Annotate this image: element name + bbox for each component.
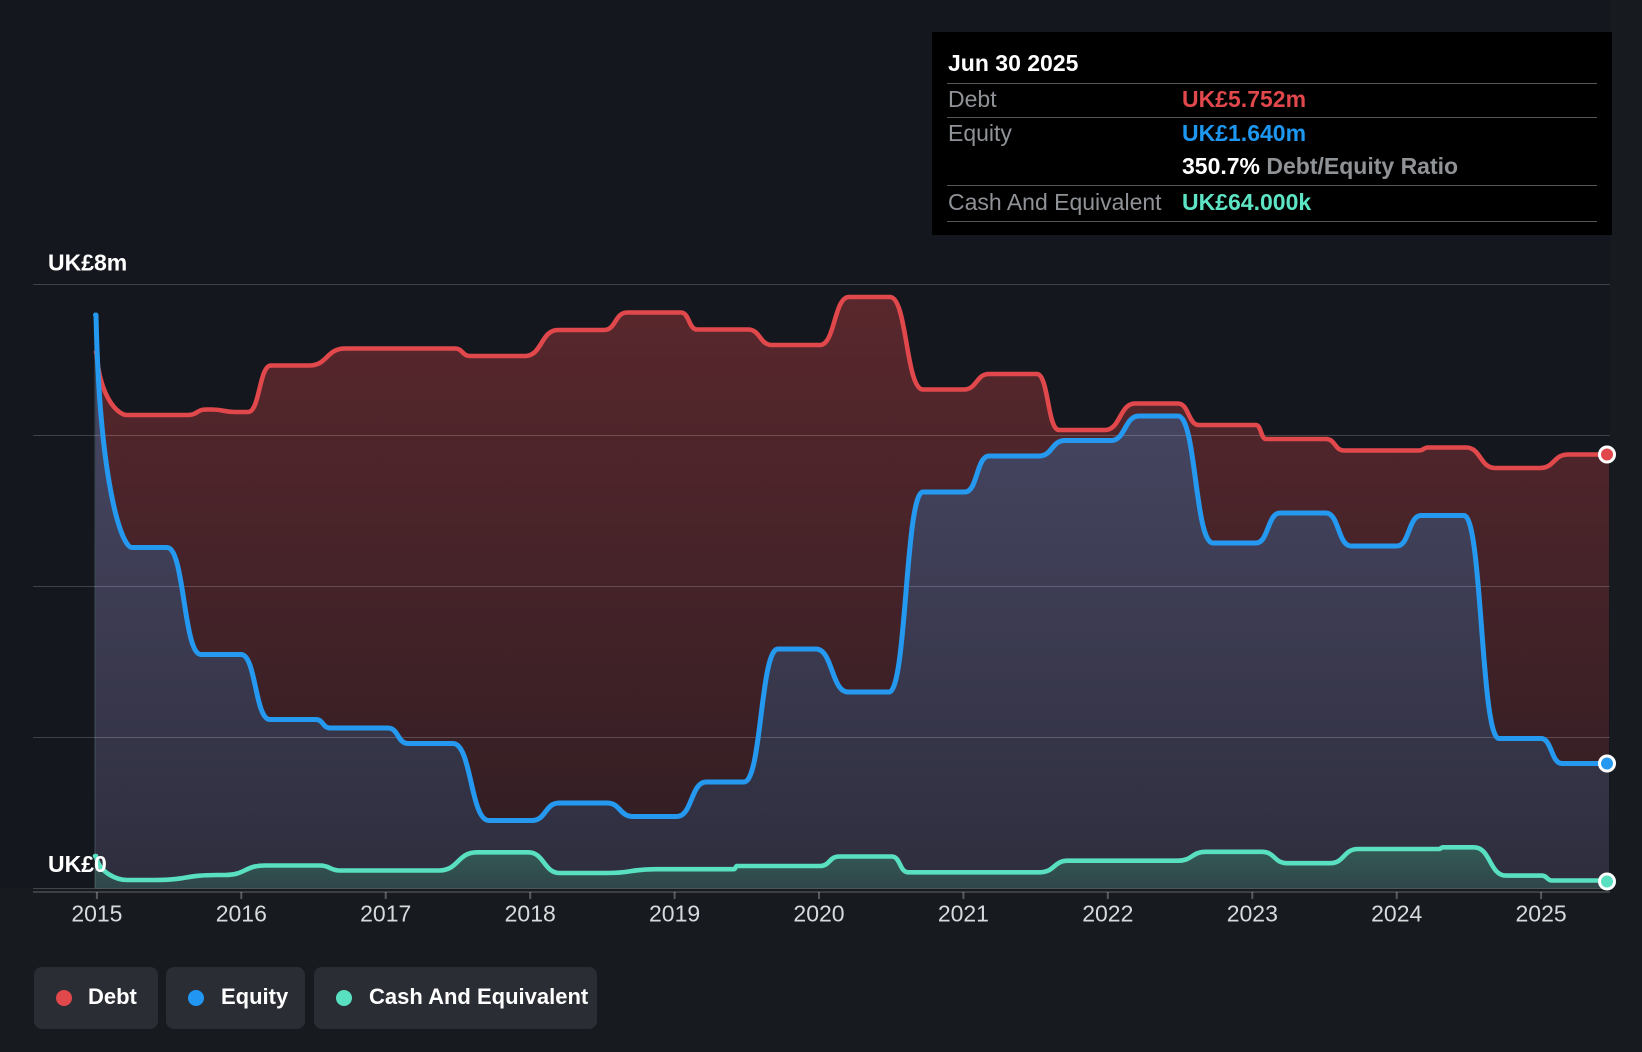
svg-text:2022: 2022 — [1082, 901, 1133, 927]
svg-text:UK£0: UK£0 — [48, 851, 107, 877]
svg-text:2016: 2016 — [216, 901, 267, 927]
svg-text:2025: 2025 — [1516, 901, 1567, 927]
svg-text:2015: 2015 — [71, 901, 122, 927]
svg-text:2021: 2021 — [938, 901, 989, 927]
svg-text:2019: 2019 — [649, 901, 700, 927]
svg-text:2020: 2020 — [793, 901, 844, 927]
svg-text:2018: 2018 — [505, 901, 556, 927]
svg-text:2023: 2023 — [1227, 901, 1278, 927]
svg-text:UK£8m: UK£8m — [48, 250, 127, 276]
svg-text:2024: 2024 — [1371, 901, 1422, 927]
svg-text:2017: 2017 — [360, 901, 411, 927]
